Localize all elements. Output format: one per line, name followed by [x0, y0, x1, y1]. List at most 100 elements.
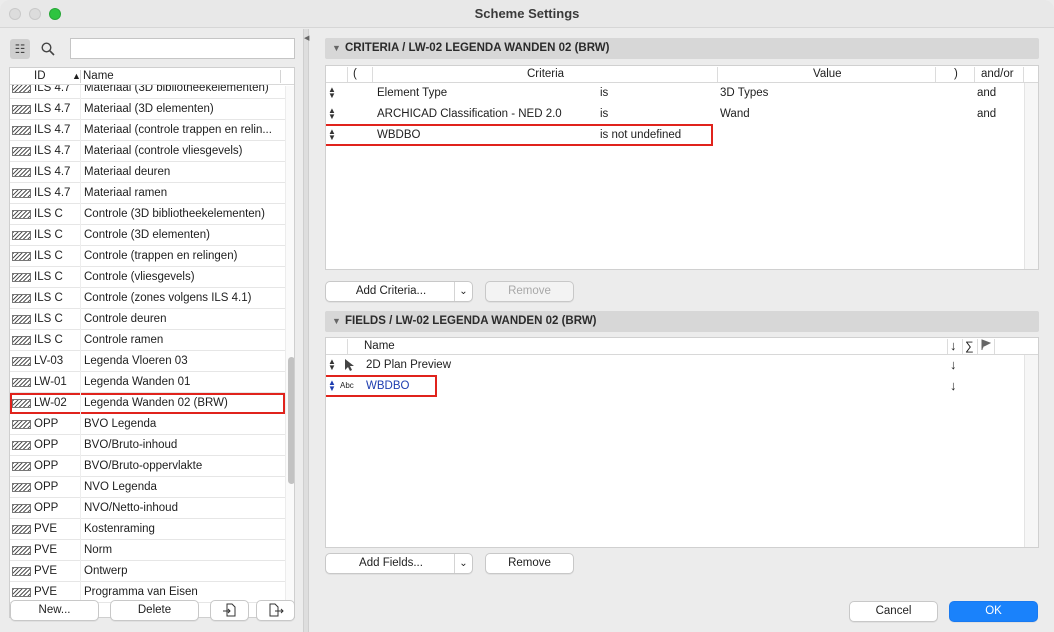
criteria-header: Criteria: [527, 68, 565, 80]
add-criteria-button[interactable]: Add Criteria... ⌄: [325, 281, 473, 302]
scheme-list-item[interactable]: ILS C Controle (vliesgevels): [10, 267, 285, 288]
chevron-down-icon[interactable]: ⌄: [454, 554, 472, 573]
field-row[interactable]: ▲ ▼ 2D Plan Preview ↓: [326, 355, 1038, 376]
hatch-pattern-icon: [12, 252, 31, 261]
column-divider: [80, 435, 81, 456]
scheme-list-item[interactable]: ILS 4.7 Materiaal (3D elementen): [10, 99, 285, 120]
scheme-list-item[interactable]: OPP BVO/Bruto-inhoud: [10, 435, 285, 456]
column-divider: [80, 225, 81, 246]
add-fields-button[interactable]: Add Fields... ⌄: [325, 553, 473, 574]
criteria-section-header[interactable]: ▼ CRITERIA / LW-02 LEGENDA WANDEN 02 (BR…: [325, 38, 1039, 59]
field-name[interactable]: 2D Plan Preview: [366, 359, 451, 371]
column-divider: [80, 477, 81, 498]
drag-handle-icon[interactable]: ▲ ▼: [328, 358, 336, 372]
column-divider: [280, 70, 281, 83]
export-icon: [269, 603, 284, 617]
criteria-scrollbar[interactable]: [1024, 83, 1038, 269]
criteria-row[interactable]: ▲ ▼ ARCHICAD Classification - NED 2.0 is …: [326, 104, 1038, 125]
criteria-element[interactable]: Element Type: [377, 87, 447, 99]
fields-table-header: Name ↓ ∑: [326, 338, 1038, 355]
hatch-pattern-icon: [12, 147, 31, 156]
sort-arrow[interactable]: ↓: [950, 357, 957, 372]
fields-section-header[interactable]: ▼ FIELDS / LW-02 LEGENDA WANDEN 02 (BRW): [325, 311, 1039, 332]
tree-view-icon[interactable]: ☷: [10, 39, 30, 59]
scheme-list-item[interactable]: ILS 4.7 Materiaal ramen: [10, 183, 285, 204]
fields-section-title: FIELDS / LW-02 LEGENDA WANDEN 02 (BRW): [345, 315, 597, 327]
cancel-button[interactable]: Cancel: [849, 601, 938, 622]
criteria-andor[interactable]: and: [977, 87, 996, 99]
search-input[interactable]: [70, 38, 295, 59]
criteria-operator[interactable]: is: [600, 87, 608, 99]
hatch-pattern-icon: [12, 210, 31, 219]
scrollbar-thumb[interactable]: [288, 357, 294, 484]
scheme-list-item[interactable]: PVE Ontwerp: [10, 561, 285, 582]
ok-button[interactable]: OK: [949, 601, 1038, 622]
delete-scheme-button[interactable]: Delete: [110, 600, 199, 621]
scheme-list-panel: ☷ ILS 4.7 Materiaal (3D bibliotheekelemen…: [0, 29, 303, 632]
scheme-name: Kostenraming: [84, 523, 155, 535]
sort-arrow[interactable]: ↓: [950, 378, 957, 393]
search-icon[interactable]: [38, 39, 58, 59]
column-divider: [974, 67, 975, 82]
scheme-list-item[interactable]: OPP BVO Legenda: [10, 414, 285, 435]
scheme-name: Controle (zones volgens ILS 4.1): [84, 292, 252, 304]
scheme-list-item[interactable]: PVE Norm: [10, 540, 285, 561]
scheme-list-item[interactable]: ILS C Controle (3D bibliotheekelementen): [10, 204, 285, 225]
export-button[interactable]: [256, 600, 295, 621]
column-divider: [994, 339, 995, 354]
scheme-id: LW-01: [34, 376, 67, 388]
scheme-list-item[interactable]: PVE Kostenraming: [10, 519, 285, 540]
scheme-id: ILS 4.7: [34, 124, 71, 136]
scheme-id: ILS 4.7: [34, 103, 71, 115]
criteria-row[interactable]: ▲ ▼ Element Type is 3D Types and: [326, 83, 1038, 104]
scheme-list-item[interactable]: ILS 4.7 Materiaal (controle trappen en re…: [10, 120, 285, 141]
flag-icon: [980, 339, 992, 354]
remove-field-button[interactable]: Remove: [485, 553, 574, 574]
hatch-pattern-icon: [12, 294, 31, 303]
column-divider: [80, 519, 81, 540]
scheme-name: Controle (vliesgevels): [84, 271, 195, 283]
scheme-list-item[interactable]: OPP NVO/Netto-inhoud: [10, 498, 285, 519]
scheme-list-item[interactable]: ILS 4.7 Materiaal deuren: [10, 162, 285, 183]
scheme-list-item[interactable]: ILS C Controle deuren: [10, 309, 285, 330]
scheme-name: BVO/Bruto-inhoud: [84, 439, 178, 451]
scheme-list-item[interactable]: ILS 4.7 Materiaal (controle vliesgevels): [10, 141, 285, 162]
scheme-id: ILS 4.7: [34, 187, 71, 199]
column-divider: [80, 162, 81, 183]
collapse-left-icon[interactable]: ◀: [304, 34, 309, 42]
criteria-value[interactable]: Wand: [720, 108, 750, 120]
scheme-id: ILS C: [34, 334, 63, 346]
criteria-andor[interactable]: and: [977, 108, 996, 120]
scheme-id: PVE: [34, 523, 58, 535]
scheme-list-item[interactable]: OPP NVO Legenda: [10, 477, 285, 498]
remove-criteria-button[interactable]: Remove: [485, 281, 574, 302]
scheme-list-item[interactable]: LV-03 Legenda Vloeren 03: [10, 351, 285, 372]
scheme-id: ILS C: [34, 208, 63, 220]
fields-scrollbar[interactable]: [1024, 355, 1038, 547]
scheme-name: NVO Legenda: [84, 481, 157, 493]
scheme-list-item[interactable]: LW-02 Legenda Wanden 02 (BRW): [10, 393, 285, 414]
criteria-value[interactable]: 3D Types: [720, 87, 768, 99]
drag-handle-icon[interactable]: ▲ ▼: [328, 86, 336, 100]
hatch-pattern-icon: [12, 126, 31, 135]
scheme-list-item[interactable]: OPP BVO/Bruto-oppervlakte: [10, 456, 285, 477]
list-scrollbar[interactable]: [285, 86, 294, 617]
scheme-list-item[interactable]: ILS C Controle (zones volgens ILS 4.1): [10, 288, 285, 309]
panel-splitter[interactable]: [303, 29, 309, 632]
criteria-operator[interactable]: is: [600, 108, 608, 120]
open-paren-header: (: [353, 68, 357, 80]
import-button[interactable]: [210, 600, 249, 621]
scheme-name: Norm: [84, 544, 113, 556]
scheme-list-item[interactable]: ILS C Controle ramen: [10, 330, 285, 351]
new-scheme-button[interactable]: New...: [10, 600, 99, 621]
criteria-element[interactable]: ARCHICAD Classification - NED 2.0: [377, 108, 562, 120]
hatch-pattern-icon: [12, 420, 31, 429]
scheme-list-item[interactable]: ILS C Controle (trappen en relingen): [10, 246, 285, 267]
name-column-header[interactable]: Name: [83, 70, 114, 82]
id-column-header[interactable]: ID: [34, 70, 46, 82]
drag-handle-icon[interactable]: ▲ ▼: [328, 107, 336, 121]
chevron-down-icon[interactable]: ⌄: [454, 282, 472, 301]
scheme-list-item[interactable]: ILS C Controle (3D elementen): [10, 225, 285, 246]
title-bar: Scheme Settings: [0, 0, 1054, 28]
scheme-list-item[interactable]: LW-01 Legenda Wanden 01: [10, 372, 285, 393]
